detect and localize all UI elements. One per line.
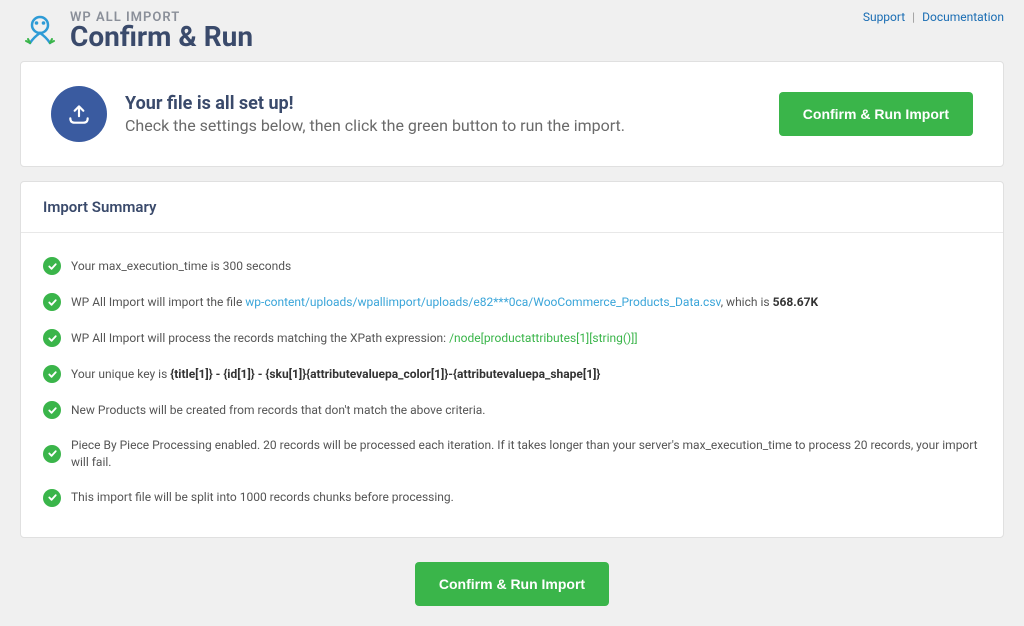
summary-text: Piece By Piece Processing enabled. 20 re… bbox=[71, 437, 981, 471]
page-header: WP ALL IMPORT Confirm & Run Support | Do… bbox=[20, 10, 1004, 51]
file-path-link[interactable]: wp-content/uploads/wpallimport/uploads/e… bbox=[245, 295, 720, 309]
brand: WP ALL IMPORT Confirm & Run bbox=[20, 10, 253, 51]
footer-action: Confirm & Run Import bbox=[20, 552, 1004, 606]
summary-text: Your unique key is {title[1]} - {id[1]} … bbox=[71, 366, 981, 383]
summary-heading: Import Summary bbox=[43, 198, 981, 216]
check-icon bbox=[43, 257, 61, 275]
wpallimport-logo-icon bbox=[20, 11, 60, 51]
upload-icon bbox=[51, 86, 107, 142]
confirm-run-button-bottom[interactable]: Confirm & Run Import bbox=[415, 562, 609, 606]
setup-panel: Your file is all set up! Check the setti… bbox=[20, 61, 1004, 167]
setup-subtitle: Check the settings below, then click the… bbox=[125, 116, 625, 135]
summary-item-exec-time: Your max_execution_time is 300 seconds bbox=[43, 257, 981, 275]
summary-text: This import file will be split into 1000… bbox=[71, 489, 981, 506]
documentation-link[interactable]: Documentation bbox=[922, 10, 1004, 24]
confirm-run-button-top[interactable]: Confirm & Run Import bbox=[779, 92, 973, 136]
summary-item-piece-processing: Piece By Piece Processing enabled. 20 re… bbox=[43, 437, 981, 471]
summary-text: WP All Import will import the file wp-co… bbox=[71, 294, 981, 311]
summary-text: WP All Import will process the records m… bbox=[71, 330, 981, 347]
summary-item-unique-key: Your unique key is {title[1]} - {id[1]} … bbox=[43, 365, 981, 383]
check-icon bbox=[43, 293, 61, 311]
summary-item-split: This import file will be split into 1000… bbox=[43, 489, 981, 507]
header-links: Support | Documentation bbox=[863, 10, 1004, 24]
setup-title: Your file is all set up! bbox=[125, 93, 625, 114]
check-icon bbox=[43, 445, 61, 463]
check-icon bbox=[43, 401, 61, 419]
summary-text: New Products will be created from record… bbox=[71, 402, 981, 419]
support-link[interactable]: Support bbox=[863, 10, 905, 24]
summary-item-new-products: New Products will be created from record… bbox=[43, 401, 981, 419]
summary-panel: Import Summary Your max_execution_time i… bbox=[20, 181, 1004, 538]
summary-item-xpath: WP All Import will process the records m… bbox=[43, 329, 981, 347]
check-icon bbox=[43, 365, 61, 383]
summary-item-file: WP All Import will import the file wp-co… bbox=[43, 293, 981, 311]
check-icon bbox=[43, 329, 61, 347]
check-icon bbox=[43, 489, 61, 507]
summary-text: Your max_execution_time is 300 seconds bbox=[71, 258, 981, 275]
link-separator: | bbox=[912, 10, 915, 24]
xpath-expression: /node[productattributes[1][string()]] bbox=[449, 331, 637, 345]
page-title: Confirm & Run bbox=[70, 23, 253, 51]
